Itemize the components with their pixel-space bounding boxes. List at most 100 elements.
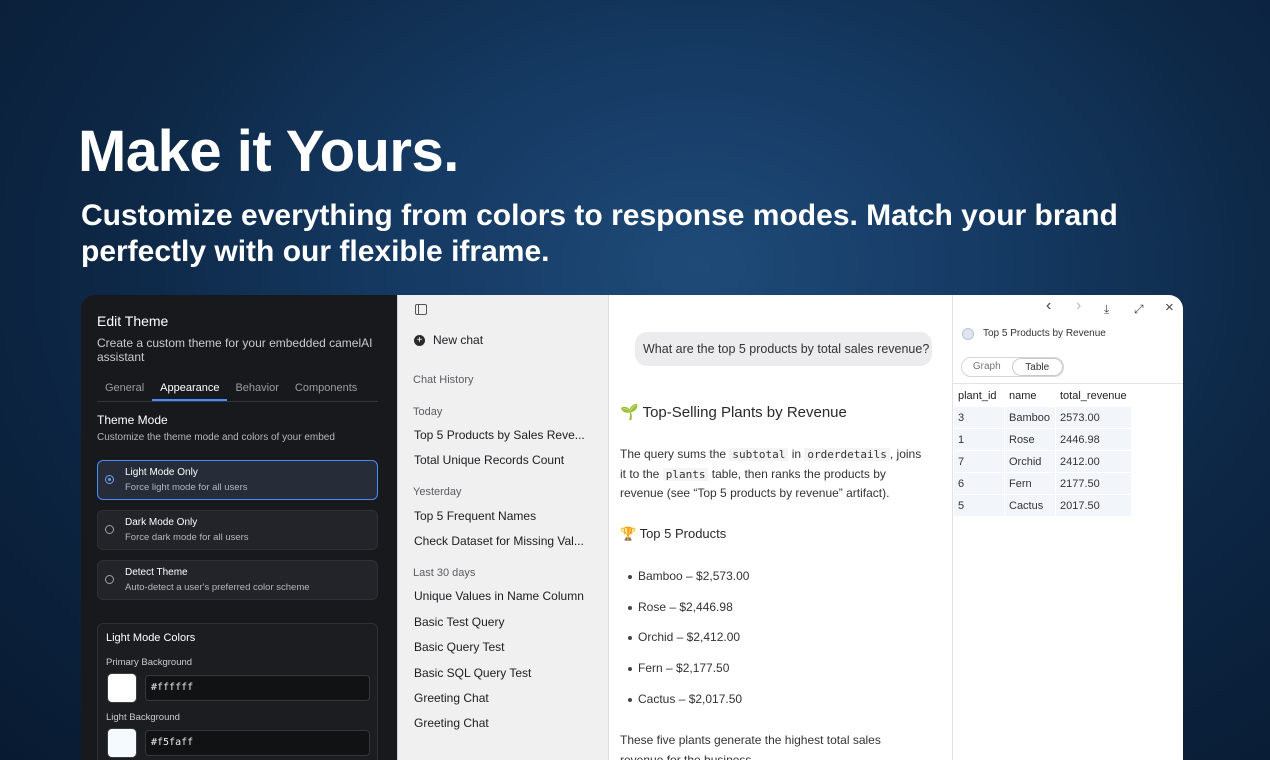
theme-tabs: General Appearance Behavior Components <box>97 375 378 402</box>
option-description: Force dark mode for all users <box>125 532 249 543</box>
artifact-title: Top 5 Products by Revenue <box>983 328 1106 339</box>
tab-general[interactable]: General <box>97 375 152 401</box>
list-item: Cactus – $2,017.50 <box>627 692 743 706</box>
results-table: plant_id name total_revenue 3 Bamboo 2573.… <box>953 384 1132 517</box>
tab-appearance[interactable]: Appearance <box>152 375 228 401</box>
history-item[interactable]: Unique Values in Name Column <box>414 589 584 603</box>
radio-icon <box>105 575 114 584</box>
table-cell: 2017.50 <box>1056 495 1131 516</box>
footer-line-1: These five plants generate the highest t… <box>620 733 881 747</box>
chat-history-label: Chat History <box>413 374 474 386</box>
text-run: , joins <box>889 447 922 461</box>
group-label-yesterday: Yesterday <box>413 486 462 498</box>
theme-panel-description: Create a custom theme for your embedded … <box>97 336 373 364</box>
response-paragraph: The query sums the subtotal in orderdeta… <box>620 445 940 504</box>
colors-title: Light Mode Colors <box>106 632 196 644</box>
column-header[interactable]: name <box>1005 385 1055 406</box>
option-light-mode[interactable]: Light Mode Only Force light mode for all… <box>97 460 378 500</box>
inline-code: orderdetails <box>804 448 890 461</box>
option-description: Force light mode for all users <box>125 482 248 493</box>
history-item[interactable]: Top 5 Products by Sales Reve... <box>414 428 585 442</box>
user-message-bubble: What are the top 5 products by total sal… <box>635 332 932 366</box>
text-run: The query sums the <box>620 447 730 461</box>
table-cell: 2177.50 <box>1056 473 1131 494</box>
option-title: Detect Theme <box>125 567 188 578</box>
table-cell: Bamboo <box>1005 407 1055 428</box>
table-cell: 2412.00 <box>1056 451 1131 472</box>
theme-mode-title: Theme Mode <box>97 413 168 427</box>
group-label-today: Today <box>413 406 443 418</box>
hero-subtitle: Customize everything from colors to resp… <box>81 199 1118 268</box>
plus-icon: + <box>414 334 425 346</box>
table-row: 5 Cactus 2017.50 <box>954 495 1131 516</box>
option-dark-mode[interactable]: Dark Mode Only Force dark mode for all u… <box>97 510 378 550</box>
forward-icon[interactable]: › <box>1076 297 1081 315</box>
color-swatch-light[interactable] <box>107 728 137 758</box>
history-item[interactable]: Basic SQL Query Test <box>414 666 531 680</box>
paragraph-line-2: it to the plants table, then ranks the p… <box>620 465 940 485</box>
chat-pane: What are the top 5 products by total sal… <box>609 295 953 760</box>
option-detect-theme[interactable]: Detect Theme Auto-detect a user's prefer… <box>97 560 378 600</box>
table-row: 7 Orchid 2412.00 <box>954 451 1131 472</box>
expand-icon[interactable]: ⤢ <box>1134 302 1144 317</box>
view-toggle: Graph Table <box>961 357 1064 377</box>
table-cell: Cactus <box>1005 495 1055 516</box>
history-item[interactable]: Greeting Chat <box>414 716 489 730</box>
text-run: table, then ranks the products by <box>708 466 886 481</box>
table-row: 3 Bamboo 2573.00 <box>954 407 1131 428</box>
tab-components[interactable]: Components <box>287 375 365 401</box>
close-icon[interactable]: × <box>1165 299 1174 316</box>
history-item[interactable]: Basic Test Query <box>414 615 504 629</box>
color-label-primary: Primary Background <box>106 657 193 668</box>
option-title: Light Mode Only <box>125 467 198 478</box>
history-item[interactable]: Top 5 Frequent Names <box>414 509 536 523</box>
table-cell: Fern <box>1005 473 1055 494</box>
list-item: Orchid – $2,412.00 <box>627 630 741 644</box>
radio-icon <box>105 475 114 484</box>
artifact-pane: ‹ › ⤓ ⤢ × Top 5 Products by Revenue Grap… <box>953 295 1183 760</box>
hero-title: Make it Yours. <box>78 119 459 184</box>
text-run: in <box>788 447 805 461</box>
light-mode-colors-card: Light Mode Colors Primary Background #ff… <box>97 623 378 760</box>
response-heading: 🌱 Top-Selling Plants by Revenue <box>620 404 847 421</box>
history-item[interactable]: Check Dataset for Missing Val... <box>414 534 584 548</box>
color-input-primary[interactable]: #ffffff <box>145 675 370 701</box>
embed-frame: Edit Theme Create a custom theme for you… <box>81 295 1183 760</box>
option-description: Auto-detect a user's preferred color sch… <box>125 582 310 593</box>
chat-sidebar: + New chat Chat History Today Top 5 Prod… <box>397 295 609 760</box>
column-header[interactable]: plant_id <box>954 385 1004 406</box>
tab-behavior[interactable]: Behavior <box>227 375 286 401</box>
option-title: Dark Mode Only <box>125 517 198 528</box>
table-cell: 3 <box>954 407 1004 428</box>
history-item[interactable]: Basic Query Test <box>414 640 504 654</box>
table-cell: Rose <box>1005 429 1055 450</box>
text-run: it to the <box>620 466 663 481</box>
footer-line-2: revenue for the business. <box>620 752 755 760</box>
back-icon[interactable]: ‹ <box>1046 297 1051 315</box>
table-cell: Orchid <box>1005 451 1055 472</box>
color-swatch-primary[interactable] <box>107 673 137 703</box>
tab-table[interactable]: Table <box>1011 358 1063 376</box>
tab-graph[interactable]: Graph <box>962 358 1012 376</box>
history-item[interactable]: Total Unique Records Count <box>414 453 564 467</box>
radio-icon <box>105 525 114 534</box>
response-subheading: 🏆 Top 5 Products <box>620 526 727 541</box>
list-item: Rose – $2,446.98 <box>628 600 733 614</box>
download-icon[interactable]: ⤓ <box>1104 302 1109 317</box>
color-input-light[interactable]: #f5faff <box>145 730 370 756</box>
table-row: 6 Fern 2177.50 <box>954 473 1131 494</box>
new-chat-label: New chat <box>433 333 484 347</box>
new-chat-button[interactable]: + New chat <box>414 333 483 347</box>
theme-mode-description: Customize the theme mode and colors of y… <box>97 432 335 443</box>
table-cell: 1 <box>954 429 1004 450</box>
inline-code: plants <box>662 467 709 481</box>
inline-code: subtotal <box>729 448 789 461</box>
edit-theme-panel: Edit Theme Create a custom theme for you… <box>81 295 397 760</box>
list-item: Bamboo – $2,573.00 <box>627 569 750 583</box>
paragraph-line-1: The query sums the subtotal in orderdeta… <box>620 445 940 465</box>
column-header[interactable]: total_revenue <box>1056 385 1131 406</box>
database-icon <box>962 328 974 340</box>
sidebar-toggle-icon[interactable] <box>415 304 427 315</box>
response-footer: These five plants generate the highest t… <box>620 731 940 760</box>
history-item[interactable]: Greeting Chat <box>414 691 489 705</box>
